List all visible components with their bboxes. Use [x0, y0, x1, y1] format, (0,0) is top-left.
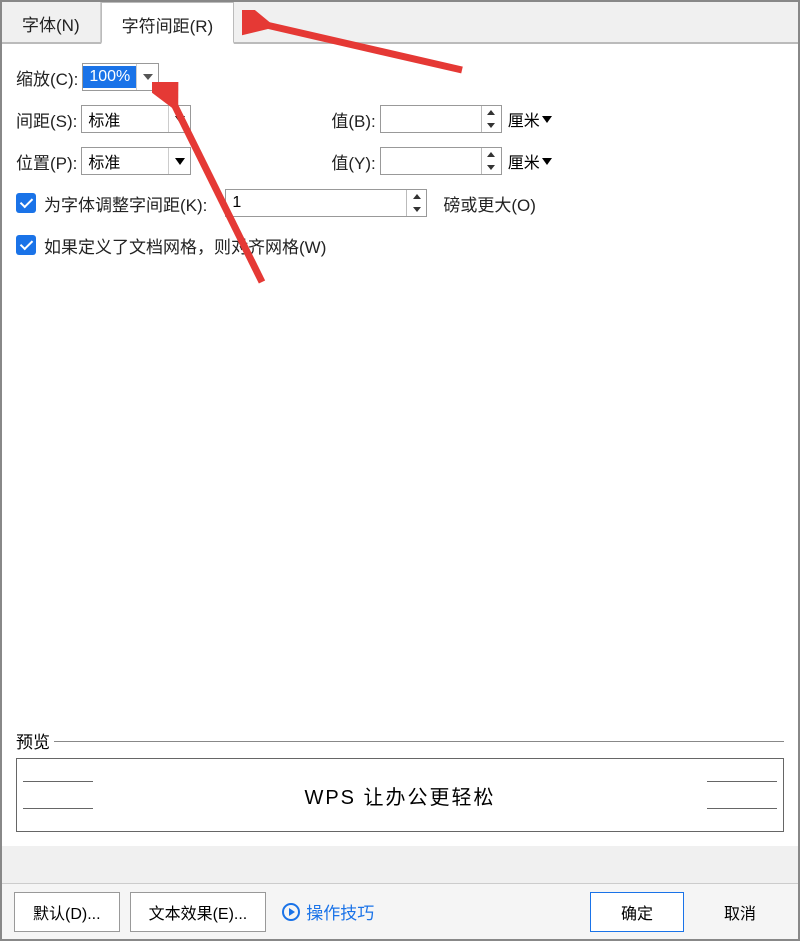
tab-font[interactable]: 字体(N)	[2, 2, 101, 42]
row-scale: 缩放(C): 100%	[16, 62, 784, 92]
spacing-combo[interactable]: 标准	[81, 105, 191, 133]
ok-button[interactable]: 确定	[590, 892, 684, 932]
value-y-unit[interactable]: 厘米	[508, 149, 552, 173]
tab-bar: 字体(N) 字符间距(R)	[2, 2, 798, 44]
kerning-input[interactable]	[226, 190, 406, 216]
spacing-label: 间距(S):	[16, 107, 77, 132]
spin-up-icon[interactable]	[482, 148, 501, 161]
chevron-down-icon[interactable]	[136, 64, 158, 90]
row-kerning: 为字体调整字间距(K): 磅或更大(O)	[16, 188, 784, 218]
unit-label: 厘米	[508, 149, 540, 173]
spin-up-icon[interactable]	[407, 190, 426, 203]
spin-down-icon[interactable]	[482, 119, 501, 132]
scale-value: 100%	[83, 66, 136, 88]
tips-link[interactable]: 操作技巧	[282, 899, 374, 924]
unit-label: 厘米	[508, 107, 540, 131]
kerning-label[interactable]: 为字体调整字间距(K):	[44, 191, 207, 216]
text-effect-button[interactable]: 文本效果(E)...	[130, 892, 267, 932]
play-circle-icon	[282, 903, 300, 921]
dialog-footer: 默认(D)... 文本效果(E)... 操作技巧 确定 取消	[2, 883, 798, 939]
position-label: 位置(P):	[16, 149, 77, 174]
spin-down-icon[interactable]	[482, 161, 501, 174]
tab-character-spacing[interactable]: 字符间距(R)	[101, 2, 235, 44]
preview-group: 预览 WPS 让办公更轻松	[16, 716, 784, 832]
kerning-spinbox[interactable]	[225, 189, 427, 217]
dropdown-icon	[542, 158, 552, 165]
value-b-label: 值(B):	[331, 107, 375, 132]
spin-down-icon[interactable]	[407, 203, 426, 216]
position-combo[interactable]: 标准	[81, 147, 191, 175]
preview-box: WPS 让办公更轻松	[16, 758, 784, 832]
default-button[interactable]: 默认(D)...	[14, 892, 120, 932]
scale-label: 缩放(C):	[16, 65, 78, 90]
preview-sample-text: WPS 让办公更轻松	[304, 781, 495, 810]
position-value: 标准	[82, 147, 168, 175]
preview-group-label: 预览	[12, 728, 54, 753]
value-y-label: 值(Y):	[331, 149, 375, 174]
spacing-value: 标准	[82, 105, 168, 133]
snap-grid-checkbox[interactable]	[16, 235, 36, 255]
snap-grid-label[interactable]: 如果定义了文档网格，则对齐网格(W)	[44, 233, 326, 258]
value-y-input[interactable]	[381, 148, 481, 174]
dropdown-icon	[542, 116, 552, 123]
font-dialog: 字体(N) 字符间距(R) 缩放(C): 100% 间距(S): 标准 值(B)…	[0, 0, 800, 941]
tab-content: 缩放(C): 100% 间距(S): 标准 值(B): 厘米	[2, 44, 798, 846]
kerning-checkbox[interactable]	[16, 193, 36, 213]
value-b-input[interactable]	[381, 106, 481, 132]
row-snap-grid: 如果定义了文档网格，则对齐网格(W)	[16, 230, 784, 260]
scale-combo[interactable]: 100%	[82, 63, 159, 91]
spin-up-icon[interactable]	[482, 106, 501, 119]
value-y-spinbox[interactable]	[380, 147, 502, 175]
value-b-unit[interactable]: 厘米	[508, 107, 552, 131]
tips-label: 操作技巧	[306, 899, 374, 924]
row-position: 位置(P): 标准 值(Y): 厘米	[16, 146, 784, 176]
cancel-button[interactable]: 取消	[694, 893, 786, 931]
dropdown-icon[interactable]	[168, 148, 190, 174]
row-spacing: 间距(S): 标准 值(B): 厘米	[16, 104, 784, 134]
value-b-spinbox[interactable]	[380, 105, 502, 133]
dropdown-icon[interactable]	[168, 106, 190, 132]
kerning-unit-label: 磅或更大(O)	[443, 191, 536, 216]
